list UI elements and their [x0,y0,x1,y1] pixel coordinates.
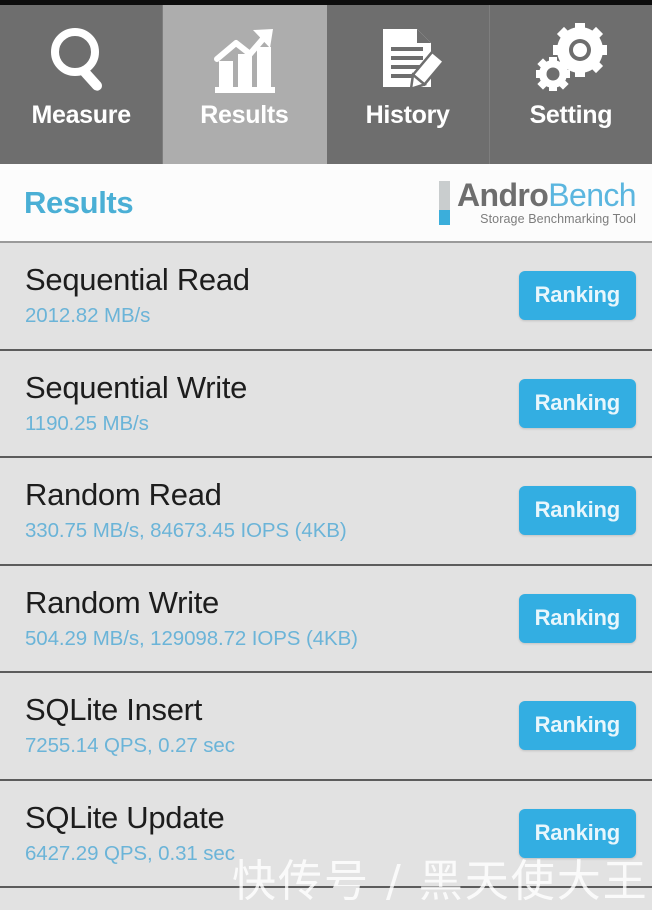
table-row[interactable]: Sequential Read 2012.82 MB/s Ranking [0,243,652,351]
tab-measure-label: Measure [31,101,131,129]
result-value: 504.29 MB/s, 129098.72 IOPS (4KB) [25,626,358,650]
tab-history-label: History [365,101,450,129]
results-list: Sequential Read 2012.82 MB/s Ranking Seq… [0,243,652,888]
ranking-button[interactable]: Ranking [518,271,636,321]
ranking-button[interactable]: Ranking [518,378,636,428]
result-value: 330.75 MB/s, 84673.45 IOPS (4KB) [25,519,347,543]
table-row[interactable]: Random Write 504.29 MB/s, 129098.72 IOPS… [0,565,652,673]
magnifier-icon [42,21,120,99]
result-title: Sequential Read [25,262,250,298]
table-row[interactable]: Sequential Write 1190.25 MB/s Ranking [0,350,652,458]
page-header: Results AndroBench Storage Benchmarking … [0,164,652,243]
result-value: 7255.14 QPS, 0.27 sec [25,734,235,758]
tab-measure[interactable]: Measure [0,5,164,164]
result-title: Sequential Write [25,369,248,405]
bar-chart-arrow-icon [205,21,283,99]
ranking-button[interactable]: Ranking [518,701,636,751]
table-row[interactable]: SQLite Update 6427.29 QPS, 0.31 sec Rank… [0,780,652,888]
app-screen: Measure Results History Setting Results … [0,0,652,910]
document-pencil-icon [369,21,447,99]
ranking-button[interactable]: Ranking [518,808,636,858]
logo-primary-text: Andro [457,176,549,213]
ranking-button[interactable]: Ranking [518,486,636,536]
logo-secondary-text: Bench [548,176,636,213]
result-value: 1190.25 MB/s [25,411,149,435]
result-title: Random Write [25,584,219,620]
tab-setting-label: Setting [529,101,613,129]
result-title: Random Read [25,477,222,513]
tab-setting[interactable]: Setting [489,5,652,164]
tab-history[interactable]: History [326,5,490,164]
table-row[interactable]: Random Read 330.75 MB/s, 84673.45 IOPS (… [0,458,652,566]
ranking-button[interactable]: Ranking [518,593,636,643]
page-title: Results [24,184,134,220]
tab-results[interactable]: Results [163,5,327,164]
logo-bar-icon [439,180,451,225]
androbench-logo: AndroBench Storage Benchmarking Tool [439,176,637,227]
tab-results-label: Results [200,101,289,129]
result-value: 6427.29 QPS, 0.31 sec [25,841,235,865]
result-value: 2012.82 MB/s [25,304,151,328]
main-tab-bar: Measure Results History Setting [0,5,652,164]
result-title: SQLite Update [25,799,225,835]
gears-icon [532,21,610,99]
table-row[interactable]: SQLite Insert 7255.14 QPS, 0.27 sec Rank… [0,673,652,781]
result-title: SQLite Insert [25,692,203,728]
logo-tagline: Storage Benchmarking Tool [480,212,636,227]
